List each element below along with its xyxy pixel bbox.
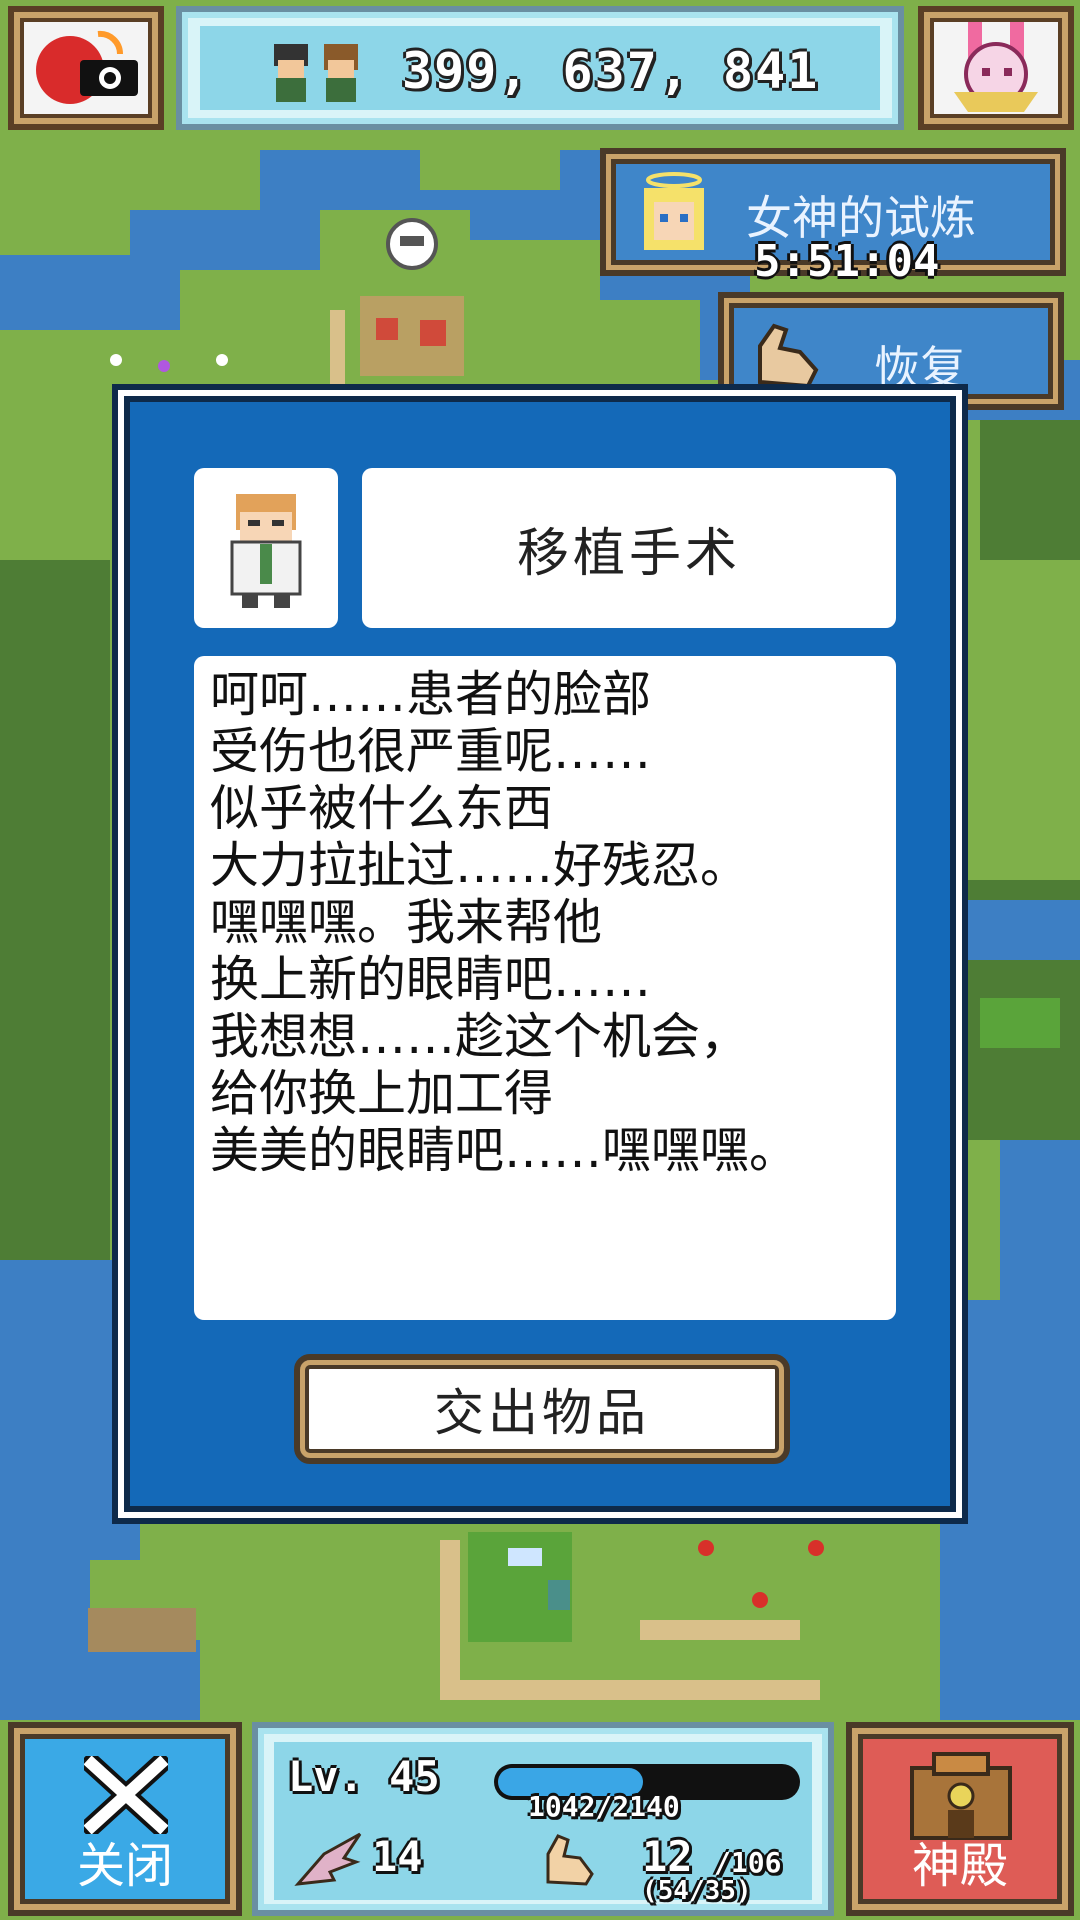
dirt-path bbox=[330, 310, 345, 390]
message-line: 美美的眼睛吧……嘿嘿嘿。 bbox=[210, 1122, 799, 1179]
temple-label: 神殿 bbox=[911, 1838, 1008, 1894]
player-status-panel: Lv. 45 1042/2140 14 12 /106 (54/35) bbox=[252, 1722, 834, 1916]
village-right[interactable] bbox=[980, 998, 1060, 1048]
forest-patch bbox=[0, 560, 110, 1320]
population-panel: 399, 637, 841 bbox=[176, 6, 904, 130]
power-value: 12 bbox=[642, 1832, 693, 1881]
dialog-title: 移植手术 bbox=[516, 523, 741, 584]
bridge bbox=[88, 1608, 196, 1652]
village-top[interactable] bbox=[360, 296, 464, 376]
message-line: 我想想……趁这个机会， bbox=[210, 1008, 750, 1065]
dialog-title-box: 移植手术 bbox=[362, 468, 896, 628]
speed-value: 14 bbox=[372, 1832, 423, 1881]
villager-pair-icon bbox=[274, 44, 358, 102]
speed-wing-icon bbox=[294, 1832, 362, 1886]
forest-patch bbox=[980, 420, 1080, 560]
message-line: 换上新的眼睛吧…… bbox=[210, 951, 652, 1008]
close-x-icon bbox=[84, 1756, 168, 1834]
river bbox=[960, 900, 1080, 960]
xp-text: 1042/2140 bbox=[528, 1790, 680, 1823]
flower bbox=[752, 1592, 768, 1608]
close-label: 关闭 bbox=[76, 1838, 173, 1894]
bunny-mascot-icon bbox=[954, 22, 1038, 112]
power-max: /106 bbox=[714, 1846, 782, 1879]
close-button[interactable]: 关闭 bbox=[8, 1722, 242, 1916]
flower bbox=[698, 1540, 714, 1556]
scientist-portrait-icon bbox=[230, 494, 302, 608]
dirt-path bbox=[640, 1620, 800, 1640]
goddess-trial-timer: 5:51:04 bbox=[754, 236, 940, 287]
speech-marker-icon[interactable] bbox=[386, 218, 438, 270]
power-base: (54/35) bbox=[642, 1876, 752, 1906]
mascot-button[interactable] bbox=[918, 6, 1074, 130]
npc-portrait bbox=[194, 468, 338, 628]
flower bbox=[808, 1540, 824, 1556]
message-line: 受伤也很严重呢…… bbox=[210, 723, 652, 780]
level-label: Lv. 45 bbox=[288, 1752, 440, 1801]
message-line: 似乎被什么东西 bbox=[210, 780, 554, 837]
message-line: 呵呵……患者的脸部 bbox=[210, 666, 652, 723]
message-line: 嘿嘿嘿。我来帮他 bbox=[210, 894, 603, 951]
hand-in-item-label: 交出物品 bbox=[434, 1384, 650, 1442]
dialog-message: 呵呵……患者的脸部 受伤也很严重呢…… 似乎被什么东西 大力拉扯过……好残忍。 … bbox=[194, 656, 896, 1320]
hand-in-item-button[interactable]: 交出物品 bbox=[294, 1354, 790, 1464]
message-line: 给你换上加工得 bbox=[210, 1065, 554, 1122]
temple-button[interactable]: 神殿 bbox=[846, 1722, 1074, 1916]
flower bbox=[158, 360, 170, 372]
flower bbox=[216, 354, 228, 366]
event-dialog: 移植手术 呵呵……患者的脸部 受伤也很严重呢…… 似乎被什么东西 大力拉扯过……… bbox=[112, 384, 968, 1524]
flower bbox=[110, 354, 122, 366]
camera-button[interactable] bbox=[8, 6, 164, 130]
muscle-arm-icon bbox=[758, 323, 819, 389]
population-count: 399, 637, 841 bbox=[402, 42, 820, 100]
power-arm-icon bbox=[546, 1834, 594, 1886]
message-line: 大力拉扯过……好残忍。 bbox=[210, 837, 750, 894]
camera-icon bbox=[36, 30, 138, 104]
goddess-trial-button[interactable]: 女神的试炼 5:51:04 bbox=[600, 148, 1066, 287]
goddess-icon bbox=[644, 172, 704, 250]
